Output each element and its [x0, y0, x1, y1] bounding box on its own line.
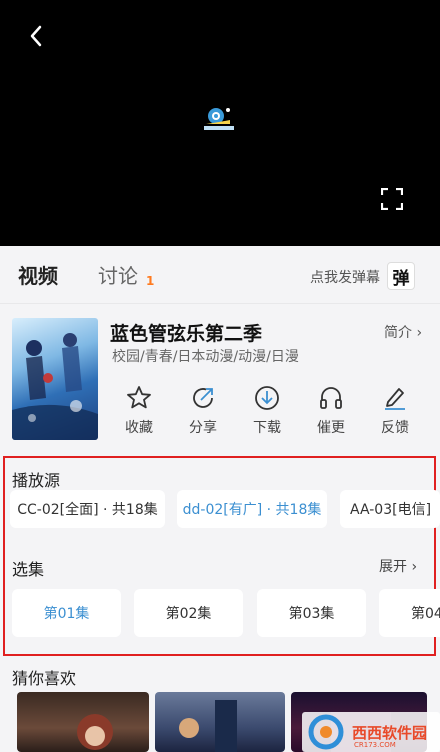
fullscreen-icon[interactable]: [378, 185, 406, 213]
feedback-label: 反馈: [381, 420, 409, 436]
danmu-toggle-icon[interactable]: 弹: [387, 262, 415, 290]
episode-list: 第01集 第02集 第03集 第04集: [12, 589, 440, 639]
recommend-title: 猜你喜欢: [12, 669, 77, 688]
poster-image[interactable]: [12, 318, 98, 440]
urge-update-label: 催更: [317, 420, 345, 436]
episode-item[interactable]: 第02集: [134, 589, 243, 637]
episode-item[interactable]: 第04集: [379, 589, 440, 637]
intro-link[interactable]: 简介 ›: [384, 322, 422, 342]
show-info: 蓝色管弦乐第二季 校园/青春/日本动漫/动漫/日漫 简介 › 收藏 分享 下载 …: [0, 305, 440, 450]
show-tags: 校园/青春/日本动漫/动漫/日漫: [112, 349, 299, 365]
edit-icon: [385, 388, 405, 410]
expand-label: 展开: [379, 559, 407, 575]
headphones-icon: [320, 387, 342, 409]
episode-section-title: 选集: [12, 560, 45, 579]
loading-snail-icon: [196, 100, 244, 140]
recommend-card[interactable]: [155, 692, 285, 752]
recommend-card[interactable]: [17, 692, 149, 752]
watermark-subtext: CR173.COM: [354, 741, 396, 749]
source-item[interactable]: AA-03[电信]: [340, 490, 440, 528]
favorite-label: 收藏: [125, 420, 153, 436]
source-list: CC-02[全面] · 共18集 dd-02[有广] · 共18集 AA-03[…: [10, 490, 440, 530]
star-icon: [127, 386, 151, 409]
action-bar: 收藏 分享 下载 催更 反馈: [110, 385, 430, 440]
source-item-active[interactable]: dd-02[有广] · 共18集: [177, 490, 327, 528]
episode-item-active[interactable]: 第01集: [12, 589, 121, 637]
episode-item[interactable]: 第03集: [257, 589, 366, 637]
send-danmu-button[interactable]: 点我发弹幕: [310, 267, 380, 287]
video-player[interactable]: [0, 0, 440, 246]
tab-bar: 视频 讨论 1 点我发弹幕: [0, 246, 440, 304]
chevron-right-icon: ›: [411, 559, 418, 575]
favorite-button[interactable]: 收藏: [114, 385, 164, 437]
source-item[interactable]: CC-02[全面] · 共18集: [10, 490, 165, 528]
share-label: 分享: [189, 420, 217, 436]
urge-update-button[interactable]: 催更: [306, 385, 356, 437]
share-icon: [193, 388, 213, 408]
tab-video[interactable]: 视频: [18, 260, 58, 289]
download-label: 下载: [253, 420, 281, 436]
expand-button[interactable]: 展开 ›: [379, 556, 417, 576]
feedback-button[interactable]: 反馈: [370, 385, 420, 437]
discuss-count-badge: 1: [146, 274, 155, 288]
watermark-text: 西西软件园: [352, 724, 428, 742]
back-icon[interactable]: [22, 22, 50, 50]
show-title: 蓝色管弦乐第二季: [110, 323, 263, 345]
share-button[interactable]: 分享: [178, 385, 228, 437]
download-icon: [255, 386, 279, 410]
download-button[interactable]: 下载: [242, 385, 292, 437]
source-section-title: 播放源: [12, 471, 61, 490]
tab-discuss[interactable]: 讨论: [98, 260, 138, 289]
